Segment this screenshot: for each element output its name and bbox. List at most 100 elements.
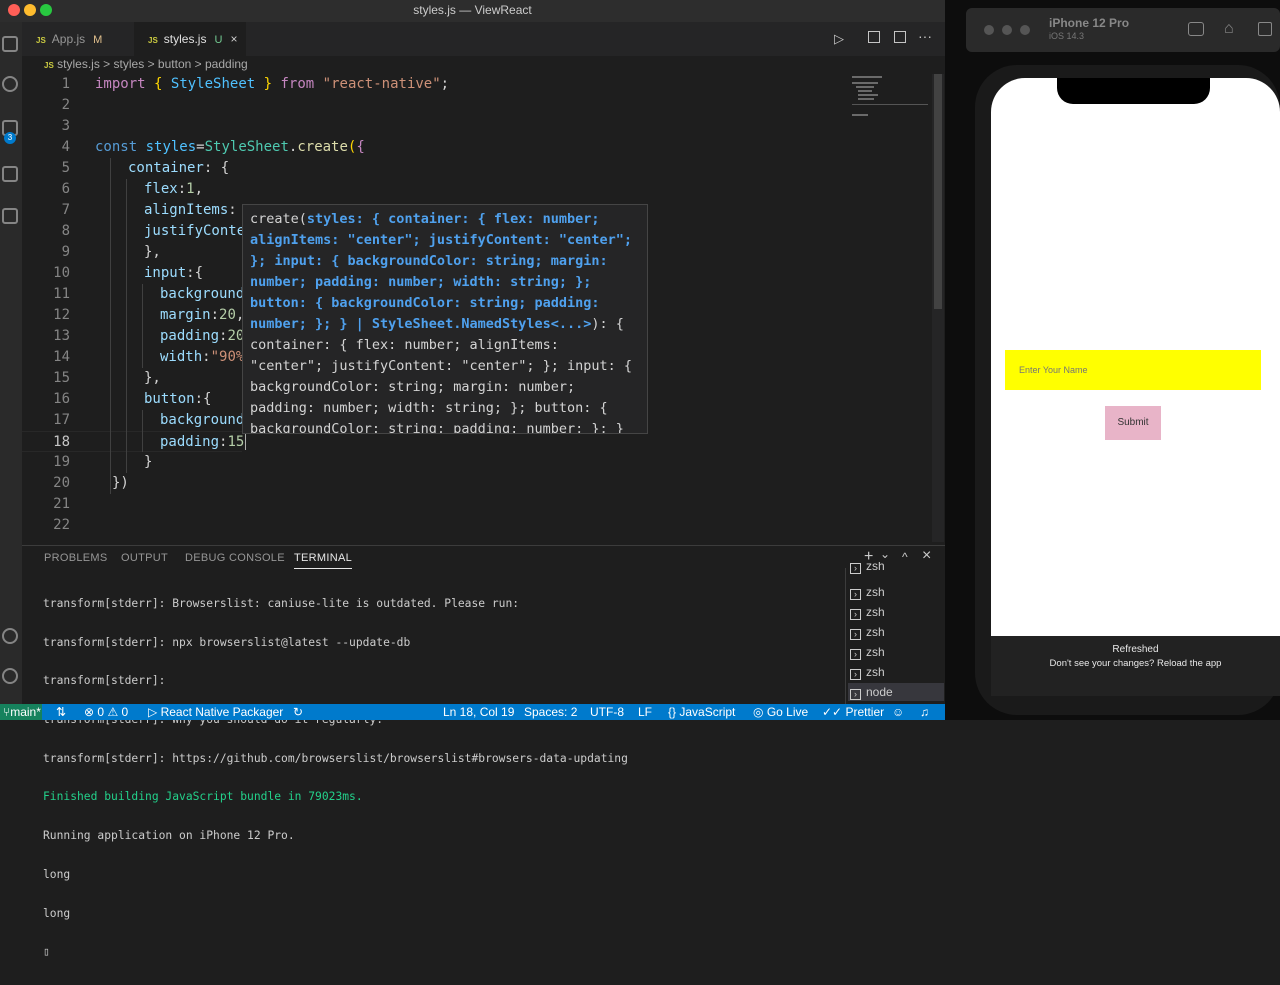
minimap[interactable] <box>848 74 928 134</box>
code-line: background <box>160 286 245 302</box>
tooltip-text: alignItems: "center"; justifyContent: "c… <box>250 232 633 248</box>
refresh-icon[interactable]: ↻ <box>293 704 303 720</box>
tab-bar: JS App.js M JS styles.js U × ▷ ··· <box>22 22 945 56</box>
tab-terminal[interactable]: TERMINAL <box>294 552 353 569</box>
bottom-panel: PROBLEMS OUTPUT DEBUG CONSOLE TERMINAL +… <box>22 545 945 958</box>
line-number: 12 <box>53 307 70 323</box>
tab-status: M <box>93 34 103 46</box>
code-line: input:{ <box>144 265 204 281</box>
vscode-window: styles.js — ViewReact 3 JS App.js M JS styl… <box>0 0 945 958</box>
activity-bar: 3 <box>0 22 22 704</box>
tab-problems[interactable]: PROBLEMS <box>44 552 108 564</box>
bell-icon[interactable]: ♫ <box>920 704 929 720</box>
gear-icon[interactable] <box>2 668 18 684</box>
minimize-window-button[interactable] <box>1002 25 1012 35</box>
terminal-item[interactable]: › zsh <box>848 582 944 602</box>
terminal-item[interactable]: › zsh <box>848 622 944 642</box>
split-editor-icon[interactable] <box>894 31 906 43</box>
tooltip-text: button: { backgroundColor: string; paddi… <box>250 295 600 311</box>
line-number: 8 <box>61 223 70 239</box>
language-mode[interactable]: {} JavaScript <box>668 704 735 720</box>
check-icon: ✓✓ <box>822 705 843 719</box>
rotate-icon[interactable] <box>1258 22 1272 36</box>
terminal-line: transform[stderr]: <box>43 674 166 688</box>
code-line: padding:20 <box>160 328 245 344</box>
line-number: 10 <box>53 265 70 281</box>
terminal-line: transform[stderr]: npx browserslist@late… <box>43 635 411 649</box>
breadcrumb-item[interactable]: padding <box>205 57 248 71</box>
line-number: 1 <box>61 76 70 92</box>
simulator-toolbar: iPhone 12 Pro iOS 14.3 ⌂ <box>966 8 1280 52</box>
compare-icon[interactable] <box>868 31 880 43</box>
account-icon[interactable] <box>2 628 18 644</box>
zoom-window-button[interactable] <box>1020 25 1030 35</box>
more-actions-icon[interactable]: ··· <box>918 28 932 44</box>
go-live-button[interactable]: ◎ Go Live <box>753 704 808 720</box>
line-number: 22 <box>53 517 70 533</box>
tooltip-text: padding: number; width: string; }; butto… <box>250 400 608 416</box>
sync-icon[interactable]: ⇅ <box>56 704 66 720</box>
extensions-icon[interactable] <box>2 208 18 224</box>
code-line: justifyConte <box>144 223 246 239</box>
terminal-icon: › <box>850 689 861 700</box>
text-cursor <box>245 434 247 450</box>
tab-debug-console[interactable]: DEBUG CONSOLE <box>185 552 285 564</box>
code-line: }, <box>144 370 161 386</box>
js-file-icon: JS <box>44 61 54 70</box>
line-ending[interactable]: LF <box>638 704 652 720</box>
tooltip-text: styles: { container: { flex: number; <box>306 211 600 227</box>
indentation[interactable]: Spaces: 2 <box>524 704 577 720</box>
submit-button[interactable]: Submit <box>1105 406 1161 440</box>
cursor-position[interactable]: Ln 18, Col 19 <box>443 704 514 720</box>
screenshot-icon[interactable] <box>1188 22 1204 36</box>
terminal-item[interactable]: › zsh <box>848 642 944 662</box>
terminal-item[interactable]: › zsh <box>848 562 944 574</box>
explorer-icon[interactable] <box>2 36 18 52</box>
breadcrumb-separator: > <box>194 57 202 71</box>
scrollbar-thumb[interactable] <box>934 74 942 309</box>
code-line: background <box>160 412 245 428</box>
breadcrumb-item[interactable]: button <box>158 57 191 71</box>
terminal-output[interactable]: transform[stderr]: Browserslist: caniuse… <box>43 572 843 985</box>
indent-guide <box>110 158 111 494</box>
terminal-item[interactable]: › zsh <box>848 602 944 622</box>
minimize-window-button[interactable] <box>24 4 36 16</box>
os-version: iOS 14.3 <box>1049 31 1085 41</box>
tooltip-text: container: { flex: number; alignItems: <box>250 337 559 353</box>
line-number: 2 <box>61 97 70 113</box>
close-window-button[interactable] <box>8 4 20 16</box>
problems-indicator[interactable]: ⊗ 0 ⚠ 0 <box>84 704 128 720</box>
prettier-status[interactable]: ✓✓ Prettier <box>822 704 884 720</box>
tooltip-text: number; }; } | StyleSheet.NamedStyles<..… <box>250 316 592 332</box>
run-debug-icon[interactable] <box>2 166 18 182</box>
tab-styles-js[interactable]: JS styles.js U × <box>134 22 246 56</box>
encoding[interactable]: UTF-8 <box>590 704 624 720</box>
line-number: 5 <box>61 160 70 176</box>
tab-app-js[interactable]: JS App.js M <box>22 22 132 56</box>
line-number: 16 <box>53 391 70 407</box>
terminal-item[interactable]: › node <box>848 683 944 701</box>
terminal-icon: › <box>850 563 861 574</box>
breadcrumb-item[interactable]: styles <box>114 57 145 71</box>
line-number: 18 <box>53 434 70 450</box>
packager-status[interactable]: ▷ React Native Packager <box>148 704 283 720</box>
feedback-icon[interactable]: ☺ <box>892 704 904 720</box>
line-number: 3 <box>61 118 70 134</box>
branch-indicator[interactable]: ⑂main* <box>0 704 42 720</box>
banner-text[interactable]: Don't see your changes? Reload the app <box>991 658 1280 669</box>
home-icon[interactable]: ⌂ <box>1224 20 1234 38</box>
breadcrumb: JS styles.js > styles > button > padding <box>22 56 945 74</box>
search-icon[interactable] <box>2 76 18 92</box>
chevron-down-icon[interactable]: ⌄ <box>880 547 890 561</box>
close-tab-icon[interactable]: × <box>230 32 237 46</box>
name-input[interactable] <box>1005 350 1261 390</box>
indent-guide <box>126 179 127 473</box>
breadcrumb-item[interactable]: styles.js <box>57 57 100 71</box>
terminal-line: Running application on iPhone 12 Pro. <box>43 829 295 843</box>
terminal-item[interactable]: › zsh <box>848 662 944 682</box>
tab-output[interactable]: OUTPUT <box>121 552 168 564</box>
run-icon[interactable]: ▷ <box>834 31 844 47</box>
zoom-window-button[interactable] <box>40 4 52 16</box>
close-window-button[interactable] <box>984 25 994 35</box>
line-number: 7 <box>61 202 70 218</box>
